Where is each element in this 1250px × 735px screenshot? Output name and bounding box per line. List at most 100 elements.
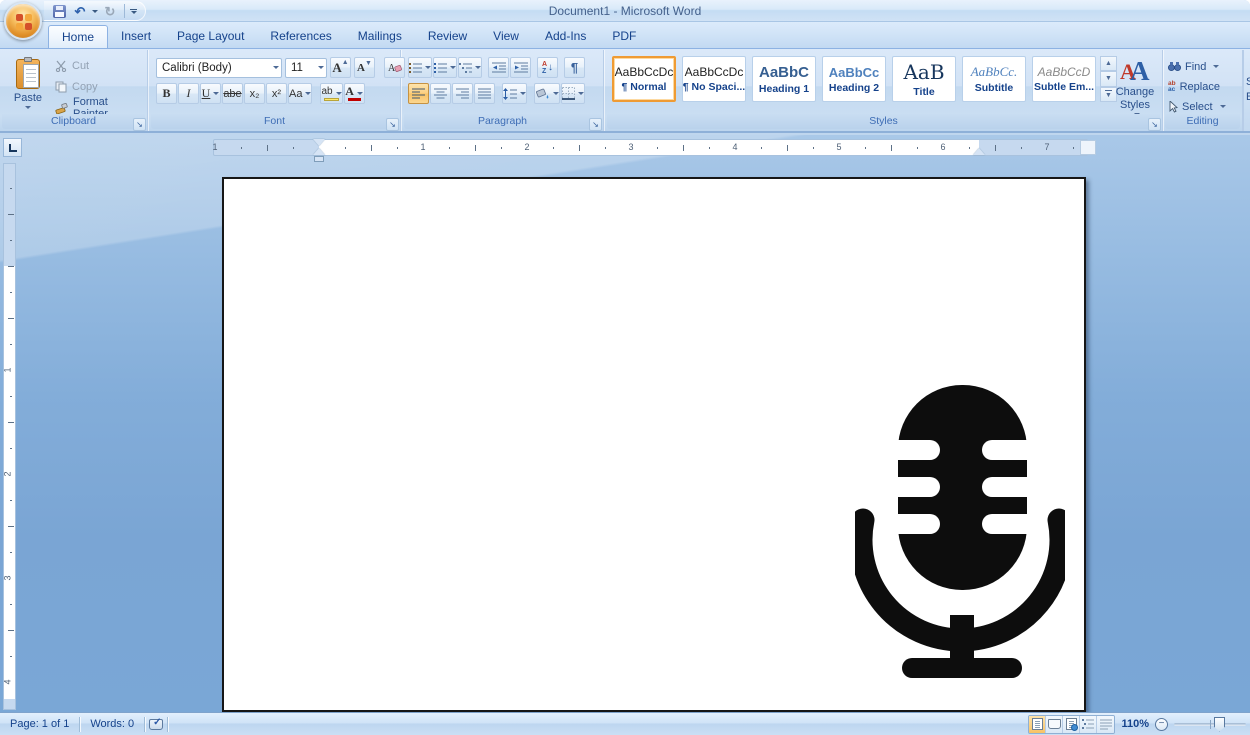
tab-add-ins[interactable]: Add-Ins xyxy=(532,25,599,48)
ruler-tick xyxy=(761,147,762,149)
replace-button[interactable]: ab ac Replace xyxy=(1168,78,1226,95)
tab-stop-selector[interactable] xyxy=(3,138,22,157)
find-label: Find xyxy=(1185,61,1206,73)
align-center-button[interactable] xyxy=(430,83,451,104)
window-title: Document1 - Microsoft Word xyxy=(0,0,1250,22)
superscript-button[interactable]: x² xyxy=(266,83,287,104)
style-subtitle[interactable]: AaBbCc. Subtitle xyxy=(962,56,1026,102)
font-dialog-launcher[interactable]: ↘ xyxy=(386,118,399,131)
highlight-color-button[interactable]: ab xyxy=(320,83,342,104)
style-no-spacing[interactable]: AaBbCcDc ¶ No Spaci... xyxy=(682,56,746,102)
decrease-indent-button[interactable] xyxy=(488,57,509,78)
select-button[interactable]: Select xyxy=(1168,98,1226,115)
highlight-caret xyxy=(336,92,342,95)
show-hide-pilcrow-button[interactable]: ¶ xyxy=(564,57,585,78)
subscript-button[interactable]: x₂ xyxy=(244,83,265,104)
cut-button[interactable]: Cut xyxy=(52,56,147,75)
hanging-indent-marker[interactable] xyxy=(313,148,325,155)
increase-indent-button[interactable] xyxy=(510,57,531,78)
ruler-tick xyxy=(8,214,14,215)
tab-review[interactable]: Review xyxy=(415,25,480,48)
full-screen-reading-view-button[interactable] xyxy=(1046,716,1063,733)
tab-references[interactable]: References xyxy=(257,25,344,48)
line-spacing-button[interactable] xyxy=(502,83,527,104)
office-button[interactable] xyxy=(4,2,42,40)
tab-page-layout[interactable]: Page Layout xyxy=(164,25,257,48)
spellcheck-status-button[interactable] xyxy=(145,716,167,733)
style-subtle-emphasis[interactable]: AaBbCcD Subtle Em... xyxy=(1032,56,1096,102)
tab-insert[interactable]: Insert xyxy=(108,25,164,48)
justify-icon xyxy=(478,88,491,100)
ruler-tick: 1 xyxy=(420,142,425,152)
print-layout-view-button[interactable] xyxy=(1029,716,1046,733)
align-right-button[interactable] xyxy=(452,83,473,104)
justify-button[interactable] xyxy=(474,83,495,104)
font-color-button[interactable]: A xyxy=(344,83,365,104)
style-preview: AaBbCcDc xyxy=(615,65,674,79)
style-heading-1[interactable]: AaBbC Heading 1 xyxy=(752,56,816,102)
font-name-combo[interactable]: Calibri (Body) xyxy=(156,58,282,78)
strikethrough-button[interactable]: abe xyxy=(222,83,243,104)
paragraph-dialog-launcher[interactable]: ↘ xyxy=(589,118,602,131)
zoom-level[interactable]: 110% xyxy=(1121,718,1149,730)
undo-button[interactable]: ↶ xyxy=(71,3,89,19)
borders-button[interactable] xyxy=(561,83,585,104)
clipped-label-line2: E xyxy=(1246,91,1250,103)
bold-button[interactable]: B xyxy=(156,83,177,104)
ruler-tick xyxy=(891,145,892,151)
sort-button[interactable]: AZ ↓ xyxy=(537,57,558,78)
align-left-button[interactable] xyxy=(408,83,429,104)
align-right-icon xyxy=(456,88,469,100)
ruler-tick xyxy=(10,396,12,397)
web-layout-view-button[interactable] xyxy=(1063,716,1080,733)
find-button[interactable]: Find xyxy=(1168,58,1226,75)
style-heading-2[interactable]: AaBbCc Heading 2 xyxy=(822,56,886,102)
left-indent-marker[interactable] xyxy=(314,156,324,162)
right-indent-marker[interactable] xyxy=(973,148,985,155)
tab-mailings[interactable]: Mailings xyxy=(345,25,415,48)
font-color-caret xyxy=(357,92,363,95)
draft-view-button[interactable] xyxy=(1097,716,1114,733)
tab-home[interactable]: Home xyxy=(48,25,108,48)
redo-button[interactable]: ↻ xyxy=(101,3,119,19)
copy-button[interactable]: Copy xyxy=(52,77,147,96)
multilevel-list-button[interactable] xyxy=(458,57,482,78)
shrink-font-button[interactable]: A▼ xyxy=(354,57,375,78)
italic-icon: I xyxy=(187,86,191,101)
clipboard-dialog-launcher[interactable]: ↘ xyxy=(133,118,146,131)
ruler-tick xyxy=(917,147,918,149)
tab-pdf[interactable]: PDF xyxy=(599,25,649,48)
customize-qat-button[interactable] xyxy=(130,9,137,14)
undo-dropdown[interactable] xyxy=(92,10,98,13)
first-line-indent-marker[interactable] xyxy=(313,139,325,146)
word-count[interactable]: Words: 0 xyxy=(80,716,144,733)
outline-view-button[interactable] xyxy=(1080,716,1097,733)
highlight-icon: ab xyxy=(321,86,332,97)
grow-font-button[interactable]: A▲ xyxy=(330,57,351,78)
microphone-icon xyxy=(855,383,1065,683)
font-size-combo[interactable]: 11 xyxy=(285,58,327,78)
zoom-slider-thumb[interactable] xyxy=(1214,717,1225,732)
font-size-caret xyxy=(318,66,324,69)
style-normal[interactable]: AaBbCcDc ¶ Normal xyxy=(612,56,676,102)
scissors-icon xyxy=(55,60,67,72)
style-title[interactable]: AaB Title xyxy=(892,56,956,102)
cut-label: Cut xyxy=(72,60,89,72)
find-caret xyxy=(1213,65,1219,68)
h-ruler[interactable]: 11234567 xyxy=(213,139,1088,156)
ruler-tick: 3 xyxy=(628,142,633,152)
zoom-out-button[interactable]: − xyxy=(1155,718,1168,731)
save-button[interactable] xyxy=(50,3,68,19)
underline-button[interactable]: U xyxy=(200,83,221,104)
zoom-slider[interactable] xyxy=(1174,723,1246,726)
shading-button[interactable] xyxy=(534,83,560,104)
italic-button[interactable]: I xyxy=(178,83,199,104)
tab-view[interactable]: View xyxy=(480,25,532,48)
numbering-button[interactable] xyxy=(433,57,457,78)
page-indicator[interactable]: Page: 1 of 1 xyxy=(0,716,79,733)
styles-dialog-launcher[interactable]: ↘ xyxy=(1148,118,1161,131)
v-ruler[interactable]: 1234 xyxy=(3,163,16,710)
bullets-button[interactable] xyxy=(408,57,432,78)
change-case-icon: Aa xyxy=(289,88,302,100)
change-case-button[interactable]: Aa xyxy=(288,83,312,104)
